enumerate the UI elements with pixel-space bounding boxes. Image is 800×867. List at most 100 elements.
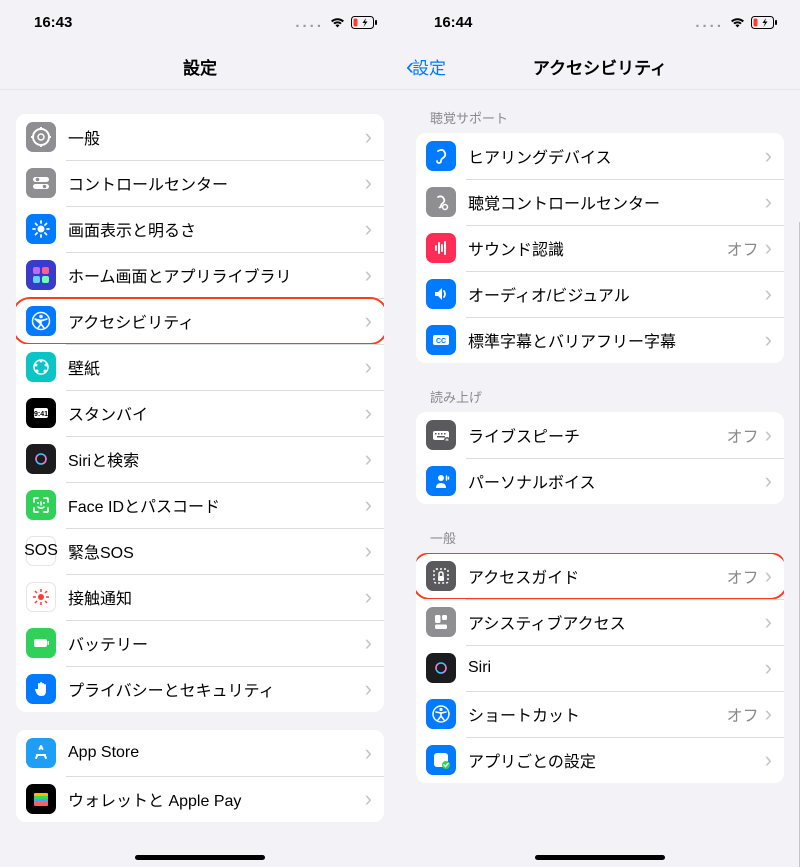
appstore-icon [26,738,56,768]
nav-header: ‹ 設定 アクセシビリティ [400,44,800,90]
chevron-right-icon: › [765,143,772,169]
chevron-right-icon: › [765,701,772,727]
row-wallpaper[interactable]: 壁紙› [16,344,384,390]
row-gear[interactable]: 一般› [16,114,384,160]
row-label: アプリごとの設定 [468,748,765,772]
audio-icon [426,279,456,309]
chevron-right-icon: › [365,354,372,380]
svg-text:CC: CC [436,338,446,345]
time: 16:43 [34,14,72,31]
list-content[interactable]: 聴覚サポートヒアリングデバイス›聴覚コントロールセンター›サウンド認識オフ›オー… [400,90,800,867]
row-assist[interactable]: アシスティブアクセス› [416,599,784,645]
row-earcc[interactable]: 聴覚コントロールセンター› [416,179,784,225]
row-label: 壁紙 [68,355,365,379]
faceid-icon [26,490,56,520]
row-grid[interactable]: ホーム画面とアプリライブラリ› [16,252,384,298]
row-siri[interactable]: Siriと検索› [16,436,384,482]
settings-group: 一般›コントロールセンター›画面表示と明るさ›ホーム画面とアプリライブラリ›アク… [16,114,384,712]
left-screen: 16:43 .... 設定 一般›コントロールセンター›画面表示と明るさ›ホーム… [0,0,400,867]
row-soundrec[interactable]: サウンド認識オフ› [416,225,784,271]
row-keyboard[interactable]: ライブスピーチオフ› [416,412,784,458]
chevron-right-icon: › [765,189,772,215]
row-detail: オフ [727,702,759,726]
row-label: アクセシビリティ [68,309,365,333]
row-detail: オフ [727,236,759,260]
chevron-right-icon: › [765,609,772,635]
back-button[interactable]: ‹ 設定 [406,53,446,81]
chevron-right-icon: › [365,400,372,426]
row-accessibility[interactable]: アクセシビリティ› [16,298,384,344]
row-label: Face IDとパスコード [68,493,365,517]
row-faceid[interactable]: Face IDとパスコード› [16,482,384,528]
chevron-right-icon: › [765,655,772,681]
chevron-right-icon: › [765,235,772,261]
settings-group: ライブスピーチオフ›パーソナルボイス› [416,412,784,504]
battery-icon [26,628,56,658]
chevron-right-icon: › [765,327,772,353]
right-screen: 16:44 .... ‹ 設定 アクセシビリティ 聴覚サポートヒアリングデバイス… [400,0,800,867]
chevron-right-icon: › [365,492,372,518]
page-title: 設定 [183,54,217,79]
row-audio[interactable]: オーディオ/ビジュアル› [416,271,784,317]
chevron-right-icon: › [765,563,772,589]
list-content[interactable]: 一般›コントロールセンター›画面表示と明るさ›ホーム画面とアプリライブラリ›アク… [0,90,400,867]
brightness-icon [26,214,56,244]
cc-icon: CC [426,325,456,355]
row-wallet[interactable]: ウォレットと Apple Pay› [16,776,384,822]
earcc-icon [426,187,456,217]
settings-group: ヒアリングデバイス›聴覚コントロールセンター›サウンド認識オフ›オーディオ/ビジ… [416,133,784,363]
status-bar: 16:43 .... [0,0,400,44]
standby-icon: 9:41 [26,398,56,428]
row-brightness[interactable]: 画面表示と明るさ› [16,206,384,252]
status-bar-right: .... [695,15,778,30]
row-label: サウンド認識 [468,236,727,260]
row-label: 聴覚コントロールセンター [468,190,765,214]
chevron-right-icon: › [765,747,772,773]
row-perapp[interactable]: アプリごとの設定› [416,737,784,783]
switches-icon [26,168,56,198]
home-indicator[interactable] [135,855,265,860]
row-exposure[interactable]: 接触通知› [16,574,384,620]
chevron-right-icon: › [365,538,372,564]
wifi-icon [729,16,746,28]
row-detail: オフ [727,564,759,588]
chevron-right-icon: › [365,584,372,610]
svg-text:9:41: 9:41 [34,411,48,418]
row-appstore[interactable]: App Store› [16,730,384,776]
chevron-right-icon: › [365,262,372,288]
wifi-icon [329,16,346,28]
row-standby[interactable]: 9:41スタンバイ› [16,390,384,436]
row-label: App Store [68,744,365,762]
chevron-right-icon: › [765,468,772,494]
gear-icon [26,122,56,152]
row-shortcut[interactable]: ショートカットオフ› [416,691,784,737]
row-label: バッテリー [68,631,365,655]
row-hand[interactable]: プライバシーとセキュリティ› [16,666,384,712]
row-switches[interactable]: コントロールセンター› [16,160,384,206]
row-lockrect[interactable]: アクセスガイドオフ› [416,553,784,599]
row-label: コントロールセンター [68,171,365,195]
wallet-icon [26,784,56,814]
row-ear[interactable]: ヒアリングデバイス› [416,133,784,179]
row-voice[interactable]: パーソナルボイス› [416,458,784,504]
section-header: 読み上げ [416,369,784,412]
home-indicator[interactable] [535,855,665,860]
row-label: 標準字幕とバリアフリー字幕 [468,328,765,352]
chevron-right-icon: › [365,740,372,766]
row-label: ホーム画面とアプリライブラリ [68,263,365,287]
shortcut-icon [426,699,456,729]
row-label: ウォレットと Apple Pay [68,787,365,811]
row-siri[interactable]: Siri› [416,645,784,691]
status-bar: 16:44 .... [400,0,800,44]
row-sos[interactable]: SOS緊急SOS› [16,528,384,574]
row-label: オーディオ/ビジュアル [468,282,765,306]
row-label: 接触通知 [68,585,365,609]
perapp-icon [426,745,456,775]
row-label: 一般 [68,125,365,149]
section-header: 聴覚サポート [416,90,784,133]
row-battery[interactable]: バッテリー› [16,620,384,666]
time: 16:44 [434,14,472,31]
cell-dots-icon: .... [695,15,724,30]
row-cc[interactable]: CC 標準字幕とバリアフリー字幕› [416,317,784,363]
chevron-right-icon: › [365,170,372,196]
